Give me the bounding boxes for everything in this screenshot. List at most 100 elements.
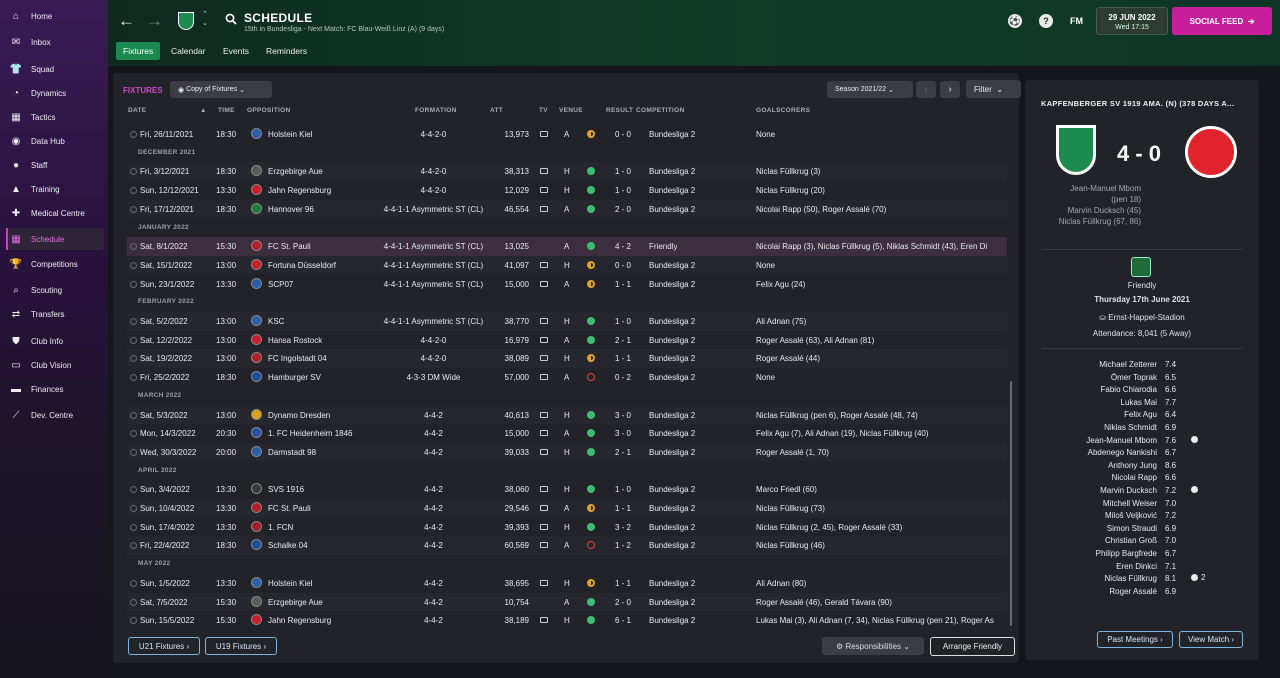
column-header-competition[interactable]: COMPETITION	[636, 107, 684, 114]
player-rating-row[interactable]: Philipp Bargfrede 6.7	[1041, 547, 1251, 560]
fixture-row[interactable]: Sun, 10/4/2022 13:30 FC St. Pauli 4-4-2 29,5…	[127, 499, 1007, 518]
opponent-name[interactable]: Jahn Regensburg	[268, 616, 331, 625]
sidebar-item-scouting[interactable]: ⌕ Scouting	[6, 279, 104, 301]
opponent-name[interactable]: SCP07	[268, 280, 293, 289]
tab-reminders[interactable]: Reminders	[259, 42, 314, 60]
opponent-name[interactable]: KSC	[268, 317, 284, 326]
previous-season-button[interactable]: ‹	[916, 81, 936, 98]
select-radio[interactable]	[130, 261, 137, 269]
competition[interactable]: Bundesliga 2	[649, 411, 695, 420]
competition[interactable]: Bundesliga 2	[649, 616, 695, 625]
select-radio[interactable]	[130, 486, 137, 494]
fixture-row[interactable]: Fri, 25/2/2022 18:30 Hamburger SV 4-3-3 DM …	[127, 368, 1007, 387]
back-arrow-icon[interactable]: ←	[118, 11, 135, 31]
social-feed-button[interactable]: SOCIAL FEED ➔	[1172, 7, 1272, 35]
fixture-row[interactable]: Wed, 30/3/2022 20:00 Darmstadt 98 4-4-2 39,0…	[127, 442, 1007, 462]
fixture-row[interactable]: Sat, 12/2/2022 13:00 Hansa Rostock 4-4-2-0 1…	[127, 331, 1007, 350]
player-rating-row[interactable]: Christian Groß 7.0	[1041, 534, 1251, 547]
fm-menu-button[interactable]: FM	[1070, 16, 1083, 26]
competition[interactable]: Bundesliga 2	[649, 336, 695, 345]
date-box[interactable]: 29 JUN 2022 Wed 17:15	[1096, 7, 1168, 35]
select-radio[interactable]	[130, 243, 137, 251]
competition[interactable]: Bundesliga 2	[649, 261, 695, 270]
player-rating-row[interactable]: Anthony Jung 8.6	[1041, 459, 1251, 472]
fixture-row[interactable]: Fri, 3/12/2021 18:30 Erzgebirge Aue 4-4-2-0…	[127, 162, 1007, 181]
column-header-time[interactable]: TIME	[218, 107, 235, 114]
season-dropdown[interactable]: Season 2021/22 ⌄	[827, 81, 913, 98]
fixture-row[interactable]: Fri, 22/4/2022 18:30 Schalke 04 4-4-2 60,569…	[127, 536, 1007, 555]
select-radio[interactable]	[130, 523, 137, 531]
select-radio[interactable]	[130, 505, 137, 512]
competition[interactable]: Bundesliga 2	[649, 280, 695, 289]
filter-button[interactable]: Filter ⌄	[966, 80, 1021, 98]
player-rating-row[interactable]: Mitchell Weiser 7.0	[1041, 497, 1251, 510]
player-rating-row[interactable]: Niklas Schmidt 6.9	[1041, 421, 1251, 434]
select-radio[interactable]	[130, 187, 137, 195]
fixture-row[interactable]: Sat, 7/5/2022 15:30 Erzgebirge Aue 4-4-2 10,…	[127, 592, 1007, 611]
fixture-row[interactable]: Sat, 19/2/2022 13:00 FC Ingolstadt 04 4-4-2…	[127, 349, 1007, 368]
column-header-result[interactable]: RESULT	[606, 107, 633, 114]
player-rating-row[interactable]: Nicolai Rapp 6.6	[1041, 471, 1251, 484]
opponent-name[interactable]: Fortuna Düsseldorf	[268, 261, 336, 270]
select-radio[interactable]	[130, 374, 137, 382]
player-rating-row[interactable]: Niclas Füllkrug 8.1 2	[1041, 572, 1251, 585]
sidebar-item-squad[interactable]: 👕 Squad	[6, 58, 104, 80]
competition[interactable]: Bundesliga 2	[649, 167, 695, 176]
past-meetings-button[interactable]: Past Meetings ›	[1097, 631, 1173, 648]
sidebar-item-data-hub[interactable]: ◉ Data Hub	[6, 130, 104, 152]
club-switch-icon[interactable]: ⌃ ⌄	[202, 10, 208, 28]
sidebar-item-dev-centre[interactable]: ⟋ Dev. Centre	[6, 404, 104, 426]
sidebar-item-club-info[interactable]: ⛊ Club Info	[6, 330, 104, 352]
fixture-row[interactable]: Sat, 5/2/2022 13:00 KSC 4-4-1-1 Asymmetric …	[127, 312, 1007, 331]
player-rating-row[interactable]: Marvin Ducksch 7.2	[1041, 484, 1251, 497]
opponent-name[interactable]: Hansa Rostock	[268, 336, 322, 345]
fixture-row[interactable]: Sun, 23/1/2022 13:30 SCP07 4-4-1-1 Asymmetr…	[127, 275, 1007, 294]
select-radio[interactable]	[130, 617, 137, 625]
player-rating-row[interactable]: Jean-Manuel Mbom 7.6	[1041, 434, 1251, 447]
player-rating-row[interactable]: Eren Dinkci 7.1	[1041, 560, 1251, 573]
opponent-name[interactable]: FC St. Pauli	[268, 504, 311, 513]
opponent-name[interactable]: Holstein Kiel	[268, 579, 312, 588]
select-radio[interactable]	[130, 336, 137, 344]
select-radio[interactable]	[130, 430, 137, 438]
competition[interactable]: Bundesliga 2	[649, 541, 695, 550]
opponent-name[interactable]: Jahn Regensburg	[268, 186, 331, 195]
sidebar-item-staff[interactable]: ● Staff	[6, 154, 104, 176]
competition[interactable]: Bundesliga 2	[649, 598, 695, 607]
player-rating-row[interactable]: Miloš Veljković 7.2	[1041, 509, 1251, 522]
sidebar-item-home[interactable]: ⌂ Home	[6, 5, 104, 27]
player-rating-row[interactable]: Abdenego Nankishi 6.7	[1041, 446, 1251, 459]
sidebar-item-schedule[interactable]: ▦ Schedule	[6, 228, 104, 250]
competition[interactable]: Bundesliga 2	[649, 448, 695, 457]
player-rating-row[interactable]: Fabio Chiarodia 6.6	[1041, 383, 1251, 396]
opponent-name[interactable]: FC Ingolstadt 04	[268, 354, 327, 363]
competition[interactable]: Bundesliga 2	[649, 579, 695, 588]
opponent-name[interactable]: Hannover 96	[268, 205, 314, 214]
ball-icon[interactable]: ⚽	[1008, 14, 1022, 28]
view-dropdown[interactable]: ◉ Copy of Fixtures ⌄	[170, 81, 272, 98]
tab-fixtures[interactable]: Fixtures	[116, 42, 161, 60]
column-header-formation[interactable]: FORMATION	[415, 107, 457, 114]
opponent-name[interactable]: Holstein Kiel	[268, 130, 312, 139]
fixture-row[interactable]: Sat, 8/1/2022 15:30 FC St. Pauli 4-4-1-1 As…	[127, 237, 1007, 256]
select-radio[interactable]	[130, 579, 137, 587]
search-icon[interactable]	[225, 13, 237, 25]
view-match-button[interactable]: View Match ›	[1179, 631, 1243, 648]
forward-arrow-icon[interactable]: →	[146, 11, 163, 31]
opponent-name[interactable]: SVS 1916	[268, 485, 304, 494]
fixture-row[interactable]: Fri, 17/12/2021 18:30 Hannover 96 4-4-1-1 A…	[127, 199, 1007, 219]
select-radio[interactable]	[130, 448, 137, 456]
tab-events[interactable]: Events	[216, 42, 256, 60]
sidebar-item-medical-centre[interactable]: ✚ Medical Centre	[6, 202, 104, 224]
opponent-name[interactable]: Erzgebirge Aue	[268, 167, 323, 176]
column-header-date[interactable]: DATE	[128, 107, 146, 114]
select-radio[interactable]	[130, 280, 137, 288]
fixture-row[interactable]: Sat, 15/1/2022 13:00 Fortuna Düsseldorf 4-4…	[127, 255, 1007, 275]
column-header-att[interactable]: ATT	[490, 107, 503, 114]
sidebar-item-dynamics[interactable]: ◔ Dynamics	[6, 82, 104, 104]
sidebar-item-tactics[interactable]: ▦ Tactics	[6, 106, 104, 128]
select-radio[interactable]	[130, 598, 137, 606]
competition[interactable]: Bundesliga 2	[649, 523, 695, 532]
player-rating-row[interactable]: Roger Assalé 6.9	[1041, 585, 1251, 598]
player-rating-row[interactable]: Simon Straudi 6.9	[1041, 522, 1251, 535]
